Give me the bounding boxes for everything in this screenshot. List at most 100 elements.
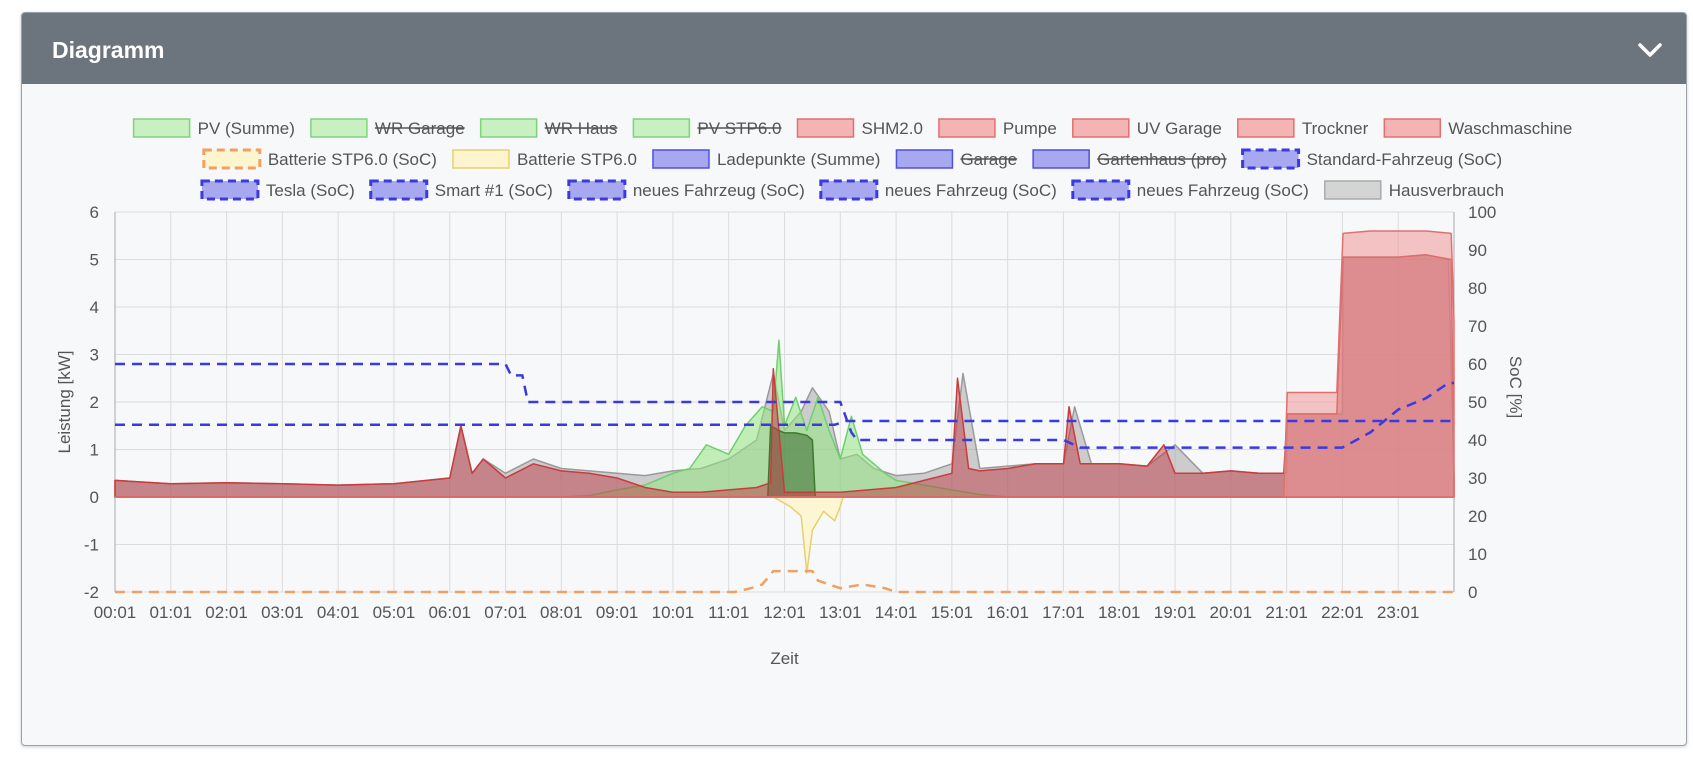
legend-label: Standard-Fahrzeug (SoC) xyxy=(1307,150,1503,169)
legend-swatch xyxy=(132,118,191,138)
legend-label: neues Fahrzeug (SoC) xyxy=(1137,181,1309,200)
y-tick-right-label: 60 xyxy=(1468,355,1487,374)
x-tick-label: 15:01 xyxy=(931,603,974,622)
legend-item[interactable]: Ladepunkte (Summe) xyxy=(652,149,880,169)
x-tick-label: 17:01 xyxy=(1042,603,1085,622)
y-tick-left-label: 4 xyxy=(90,298,99,317)
legend-label: Batterie STP6.0 xyxy=(517,150,637,169)
legend-item[interactable]: Hausverbrauch xyxy=(1324,180,1504,200)
legend-swatch xyxy=(1237,118,1295,138)
legend-swatch xyxy=(796,118,855,138)
x-tick-label: 23:01 xyxy=(1377,603,1420,622)
y-tick-right-label: 70 xyxy=(1468,317,1487,336)
legend-item[interactable]: Pumpe xyxy=(938,118,1057,138)
legend-swatch xyxy=(652,149,710,169)
x-tick-label: 12:01 xyxy=(763,603,806,622)
legend-label: PV (Summe) xyxy=(198,119,295,138)
y-axis-left-title: Leistung [kW] xyxy=(55,351,74,454)
x-tick-label: 13:01 xyxy=(819,603,862,622)
x-tick-label: 04:01 xyxy=(317,603,360,622)
x-tick-label: 21:01 xyxy=(1265,603,1308,622)
legend-label: neues Fahrzeug (SoC) xyxy=(633,181,805,200)
x-tick-label: 05:01 xyxy=(373,603,416,622)
legend-label: SHM2.0 xyxy=(862,119,923,138)
panel-header[interactable]: Diagramm xyxy=(22,13,1686,84)
y-tick-left-label: 6 xyxy=(90,203,99,222)
y-tick-left-label: 5 xyxy=(90,251,99,270)
y-tick-right-label: 0 xyxy=(1468,583,1477,602)
legend-swatch xyxy=(200,179,260,201)
legend-item[interactable]: Standard-Fahrzeug (SoC) xyxy=(1241,148,1503,170)
legend-label: Trockner xyxy=(1302,119,1369,138)
x-tick-label: 03:01 xyxy=(261,603,304,622)
legend-swatch xyxy=(1071,179,1131,201)
x-tick-label: 10:01 xyxy=(652,603,695,622)
legend-item[interactable]: neues Fahrzeug (SoC) xyxy=(567,179,805,201)
panel-title: Diagramm xyxy=(52,37,165,63)
legend-item[interactable]: Batterie STP6.0 (SoC) xyxy=(202,148,437,170)
legend-item[interactable]: PV STP6.0 xyxy=(632,118,782,138)
legend-item[interactable]: Waschmaschine xyxy=(1383,118,1572,138)
y-tick-left-label: 3 xyxy=(90,346,99,365)
legend-item[interactable]: neues Fahrzeug (SoC) xyxy=(1071,179,1309,201)
y-axis-right-title: SoC [%] xyxy=(1506,356,1525,418)
legend-swatch xyxy=(1241,148,1301,170)
x-tick-label: 19:01 xyxy=(1154,603,1197,622)
legend-label: Batterie STP6.0 (SoC) xyxy=(268,150,437,169)
legend-label: Hausverbrauch xyxy=(1389,181,1504,200)
x-tick-label: 06:01 xyxy=(428,603,471,622)
legend-label: Waschmaschine xyxy=(1448,119,1572,138)
x-tick-label: 14:01 xyxy=(875,603,918,622)
x-tick-label: 11:01 xyxy=(708,603,749,622)
legend-item[interactable]: Smart #1 (SoC) xyxy=(369,179,553,201)
legend-label: UV Garage xyxy=(1137,119,1222,138)
legend-swatch xyxy=(369,179,429,201)
x-tick-label: 16:01 xyxy=(986,603,1029,622)
x-axis-title: Zeit xyxy=(770,649,799,668)
legend-label: Smart #1 (SoC) xyxy=(435,181,553,200)
legend-item[interactable]: Garage xyxy=(895,149,1018,169)
y-tick-right-label: 80 xyxy=(1468,279,1487,298)
legend-label: Pumpe xyxy=(1003,119,1057,138)
x-tick-label: 22:01 xyxy=(1321,603,1364,622)
y-tick-right-label: 40 xyxy=(1468,431,1487,450)
x-tick-label: 01:01 xyxy=(150,603,193,622)
y-tick-right-label: 50 xyxy=(1468,393,1487,412)
chevron-down-icon[interactable] xyxy=(1632,33,1668,65)
legend-item[interactable]: neues Fahrzeug (SoC) xyxy=(819,179,1057,201)
legend-swatch xyxy=(819,179,879,201)
x-tick-label: 09:01 xyxy=(596,603,639,622)
legend-item[interactable]: UV Garage xyxy=(1072,118,1222,138)
y-tick-right-label: 90 xyxy=(1468,241,1487,260)
legend-swatch xyxy=(202,148,262,170)
legend-swatch xyxy=(1383,118,1442,138)
legend-item[interactable]: WR Haus xyxy=(479,118,618,138)
y-tick-right-label: 10 xyxy=(1468,545,1487,564)
legend-label: Tesla (SoC) xyxy=(266,181,355,200)
x-tick-label: 00:01 xyxy=(94,603,137,622)
legend-item[interactable]: Batterie STP6.0 xyxy=(452,149,637,169)
power-chart: 6543210-1-2100908070605040302010000:01 01… xyxy=(55,118,1573,668)
y-tick-left-label: 2 xyxy=(90,393,99,412)
y-tick-left-label: 1 xyxy=(90,441,99,460)
legend-swatch xyxy=(1072,118,1130,138)
legend-item[interactable]: Tesla (SoC) xyxy=(200,179,355,201)
legend-item[interactable]: SHM2.0 xyxy=(796,118,923,138)
legend-swatch xyxy=(567,179,627,201)
chart-panel: Diagramm 6 5 4 3 2 1 0 -1 -2 100 90 80 70 60 50 40 30 20 1… xyxy=(21,12,1687,746)
legend-item[interactable]: WR Garage xyxy=(310,118,465,138)
legend-item[interactable]: PV (Summe) xyxy=(132,118,295,138)
legend-swatch xyxy=(452,149,510,169)
x-tick-label: 07:01 xyxy=(484,603,527,622)
legend-item[interactable]: Trockner xyxy=(1237,118,1369,138)
chart-legend[interactable]: PV (Summe) WR Garage WR Haus PV STP6.0 SHM2.… xyxy=(132,118,1573,201)
y-tick-left-label: -1 xyxy=(84,536,99,555)
x-tick-label: 20:01 xyxy=(1210,603,1253,622)
legend-item[interactable]: Gartenhaus (pro) xyxy=(1032,149,1227,169)
y-tick-right-label: 30 xyxy=(1468,469,1487,488)
y-tick-right-label: 100 xyxy=(1468,203,1496,222)
legend-label: neues Fahrzeug (SoC) xyxy=(885,181,1057,200)
legend-swatch xyxy=(938,118,996,138)
legend-swatch xyxy=(310,118,368,138)
y-tick-left-label: 0 xyxy=(90,488,99,507)
